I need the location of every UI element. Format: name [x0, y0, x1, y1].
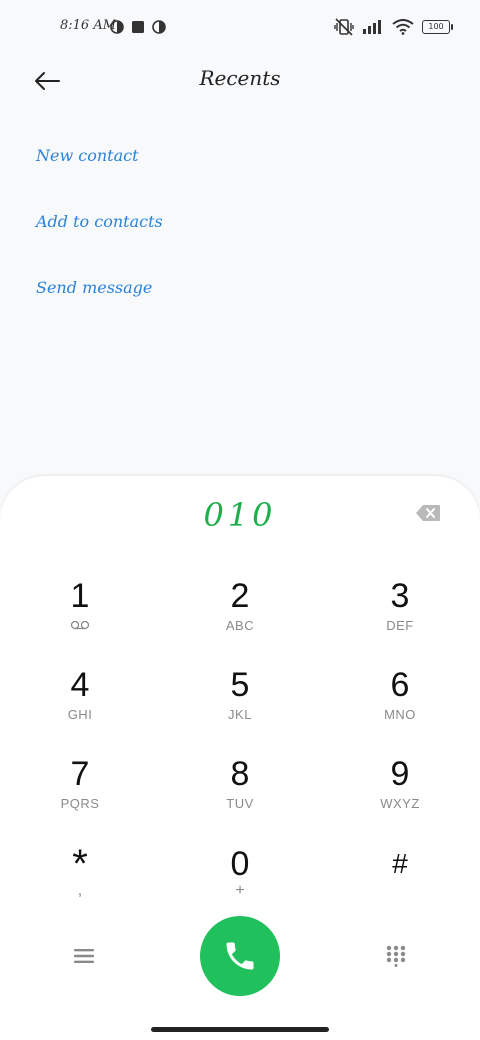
key-6[interactable]: 6 MNO	[340, 667, 460, 743]
key-3[interactable]: 3 DEF	[340, 578, 460, 654]
menu-button[interactable]	[66, 938, 102, 974]
new-contact-link[interactable]: New contact	[36, 146, 139, 165]
half-circle-icon	[110, 20, 124, 34]
key-4[interactable]: 4 GHI	[20, 667, 140, 743]
backspace-button[interactable]	[414, 502, 442, 524]
key-8[interactable]: 8 TUV	[180, 756, 300, 832]
key-7[interactable]: 7 PQRS	[20, 756, 140, 832]
call-button[interactable]	[200, 916, 280, 996]
dialpad-icon	[386, 945, 406, 967]
vibrate-off-icon	[334, 18, 354, 36]
dialer-panel: 010 1 2 ABC 3 DEF 4 GHI 5 JKL 6 MNO 7 PQ…	[0, 476, 480, 1040]
wifi-icon	[392, 19, 414, 35]
status-bar: 8:16 AM 100	[0, 0, 480, 56]
key-1[interactable]: 1	[20, 578, 140, 654]
key-star[interactable]: * ,	[20, 844, 140, 922]
status-time: 8:16 AM	[60, 18, 117, 33]
keypad-toggle-button[interactable]	[378, 938, 414, 974]
send-message-link[interactable]: Send message	[36, 278, 152, 297]
backspace-icon	[416, 505, 440, 521]
key-0[interactable]: 0 +	[180, 846, 300, 922]
voicemail-icon	[70, 620, 90, 630]
key-2[interactable]: 2 ABC	[180, 578, 300, 654]
key-hash[interactable]: #	[340, 846, 460, 922]
half-circle-icon	[152, 20, 166, 34]
battery-icon: 100	[422, 20, 453, 34]
dialer-screen: 8:16 AM 100 Recents New contact Add to c…	[0, 0, 480, 1040]
square-icon	[132, 21, 144, 33]
add-to-contacts-link[interactable]: Add to contacts	[36, 212, 163, 231]
home-indicator	[151, 1027, 329, 1032]
dialed-number[interactable]: 010	[0, 496, 480, 534]
key-9[interactable]: 9 WXYZ	[340, 756, 460, 832]
signal-icon	[363, 20, 381, 34]
key-5[interactable]: 5 JKL	[180, 667, 300, 743]
hamburger-menu-icon	[74, 949, 94, 963]
phone-icon	[226, 942, 254, 970]
battery-level: 100	[428, 22, 444, 31]
page-title: Recents	[199, 66, 281, 90]
